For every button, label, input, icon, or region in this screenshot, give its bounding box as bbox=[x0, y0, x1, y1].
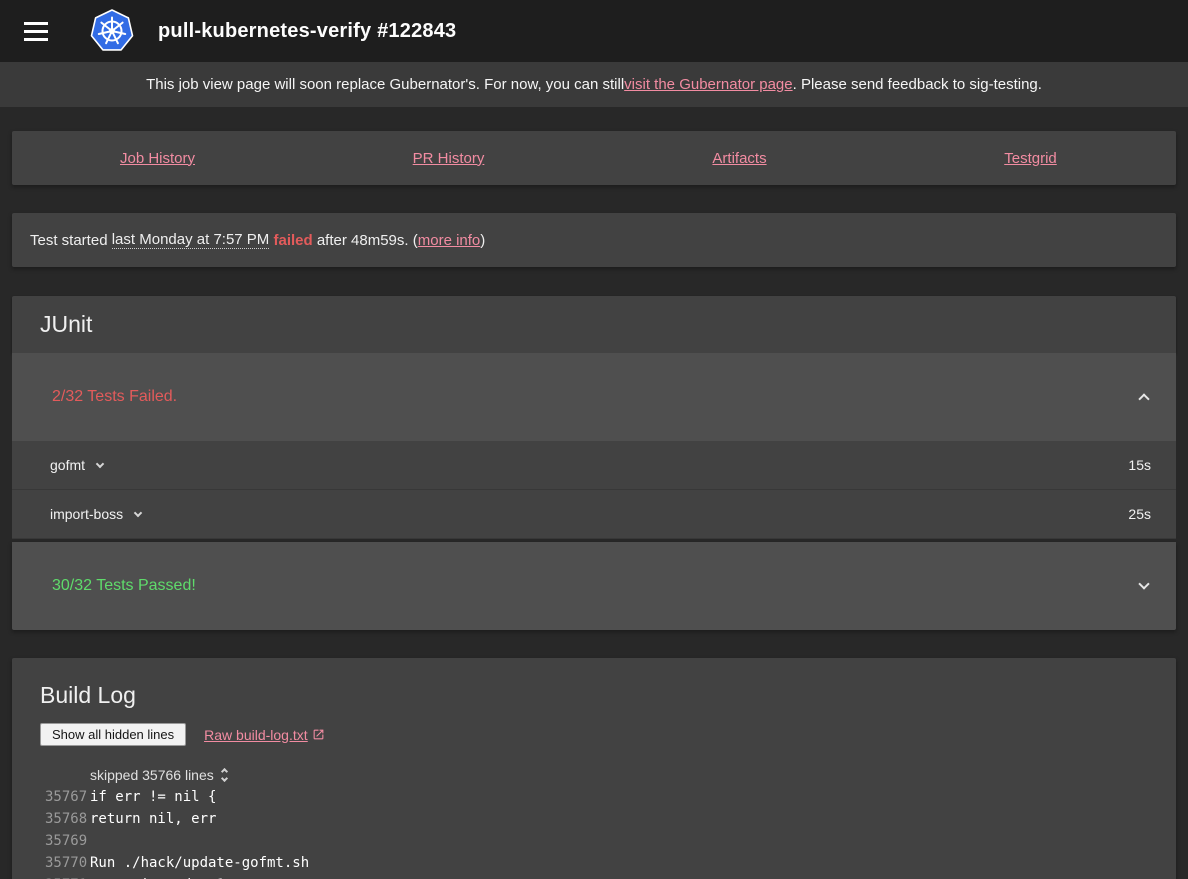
failed-tests-summary[interactable]: 2/32 Tests Failed. bbox=[12, 353, 1176, 441]
log-line-text: Run ./hack/update-gofmt.sh bbox=[90, 852, 309, 874]
chevron-down-icon[interactable] bbox=[134, 509, 142, 517]
banner-text-after: . Please send feedback to sig-testing. bbox=[793, 76, 1042, 93]
log-line: 35767 if err != nil { bbox=[12, 786, 1176, 808]
build-log-lines: skipped 35766 lines 35767 if err != nil … bbox=[12, 764, 1176, 879]
junit-section: JUnit 2/32 Tests Failed. gofmt 15s impor… bbox=[12, 296, 1176, 630]
test-duration: 25s bbox=[1128, 506, 1151, 522]
banner-text-before: This job view page will soon replace Gub… bbox=[146, 76, 624, 93]
status-after-text: after 48m59s. ( bbox=[317, 232, 418, 249]
chevron-down-icon[interactable] bbox=[1138, 578, 1149, 589]
nav-artifacts-link[interactable]: Artifacts bbox=[594, 150, 885, 167]
menu-icon[interactable] bbox=[20, 11, 60, 51]
junit-section-title: JUnit bbox=[12, 296, 1176, 353]
log-line: 35769 bbox=[12, 830, 1176, 852]
unfold-more-icon[interactable] bbox=[222, 769, 227, 781]
log-line-number: 35767 bbox=[12, 786, 58, 808]
log-line-number: 35771 bbox=[12, 874, 58, 879]
raw-build-log-link[interactable]: Raw build-log.txt bbox=[204, 727, 325, 743]
gubernator-banner: This job view page will soon replace Gub… bbox=[0, 62, 1188, 107]
failed-test-row-import-boss[interactable]: import-boss 25s bbox=[12, 490, 1176, 539]
chevron-down-icon[interactable] bbox=[96, 460, 104, 468]
log-line-number: 35770 bbox=[12, 852, 58, 874]
status-suffix: ) bbox=[480, 232, 485, 249]
build-log-controls: Show all hidden lines Raw build-log.txt bbox=[12, 723, 1176, 746]
chevron-up-icon[interactable] bbox=[1138, 393, 1149, 404]
nav-job-history-link[interactable]: Job History bbox=[12, 150, 303, 167]
external-link-icon bbox=[312, 728, 325, 741]
skipped-lines-row[interactable]: skipped 35766 lines bbox=[12, 764, 1176, 786]
log-line-text: +++ exit code: 1 bbox=[90, 874, 225, 879]
show-hidden-lines-button[interactable]: Show all hidden lines bbox=[40, 723, 186, 746]
nav-pr-history-link[interactable]: PR History bbox=[303, 150, 594, 167]
page-title: pull-kubernetes-verify #122843 bbox=[158, 20, 456, 43]
log-line: 35771 +++ exit code: 1 bbox=[12, 874, 1176, 879]
build-log-section: Build Log Show all hidden lines Raw buil… bbox=[12, 658, 1176, 879]
nav-links-card: Job History PR History Artifacts Testgri… bbox=[12, 131, 1176, 185]
kubernetes-logo-icon bbox=[88, 7, 136, 55]
log-line-text: return nil, err bbox=[90, 808, 216, 830]
status-start-time: last Monday at 7:57 PM bbox=[112, 231, 270, 249]
top-app-bar: pull-kubernetes-verify #122843 bbox=[0, 0, 1188, 62]
log-line-number: 35769 bbox=[12, 830, 58, 852]
nav-testgrid-link[interactable]: Testgrid bbox=[885, 150, 1176, 167]
status-result-badge: failed bbox=[273, 232, 312, 249]
build-log-title: Build Log bbox=[12, 682, 1176, 709]
skipped-lines-label: skipped 35766 lines bbox=[90, 764, 214, 786]
log-line: 35768 return nil, err bbox=[12, 808, 1176, 830]
test-name: import-boss bbox=[50, 506, 123, 522]
passed-tests-summary[interactable]: 30/32 Tests Passed! bbox=[12, 542, 1176, 630]
failed-test-row-gofmt[interactable]: gofmt 15s bbox=[12, 441, 1176, 490]
test-duration: 15s bbox=[1128, 457, 1151, 473]
raw-build-log-link-label: Raw build-log.txt bbox=[204, 727, 308, 743]
test-status-card: Test started last Monday at 7:57 PM fail… bbox=[12, 213, 1176, 267]
more-info-link[interactable]: more info bbox=[418, 232, 481, 249]
log-line-text: if err != nil { bbox=[90, 786, 216, 808]
log-line: 35770 Run ./hack/update-gofmt.sh bbox=[12, 852, 1176, 874]
failed-tests-list: gofmt 15s import-boss 25s bbox=[12, 441, 1176, 539]
failed-tests-summary-label: 2/32 Tests Failed. bbox=[52, 388, 177, 406]
log-line-number: 35768 bbox=[12, 808, 58, 830]
test-name: gofmt bbox=[50, 457, 85, 473]
gubernator-link[interactable]: visit the Gubernator page bbox=[624, 76, 792, 93]
status-prefix: Test started bbox=[30, 232, 108, 249]
passed-tests-summary-label: 30/32 Tests Passed! bbox=[52, 577, 196, 595]
